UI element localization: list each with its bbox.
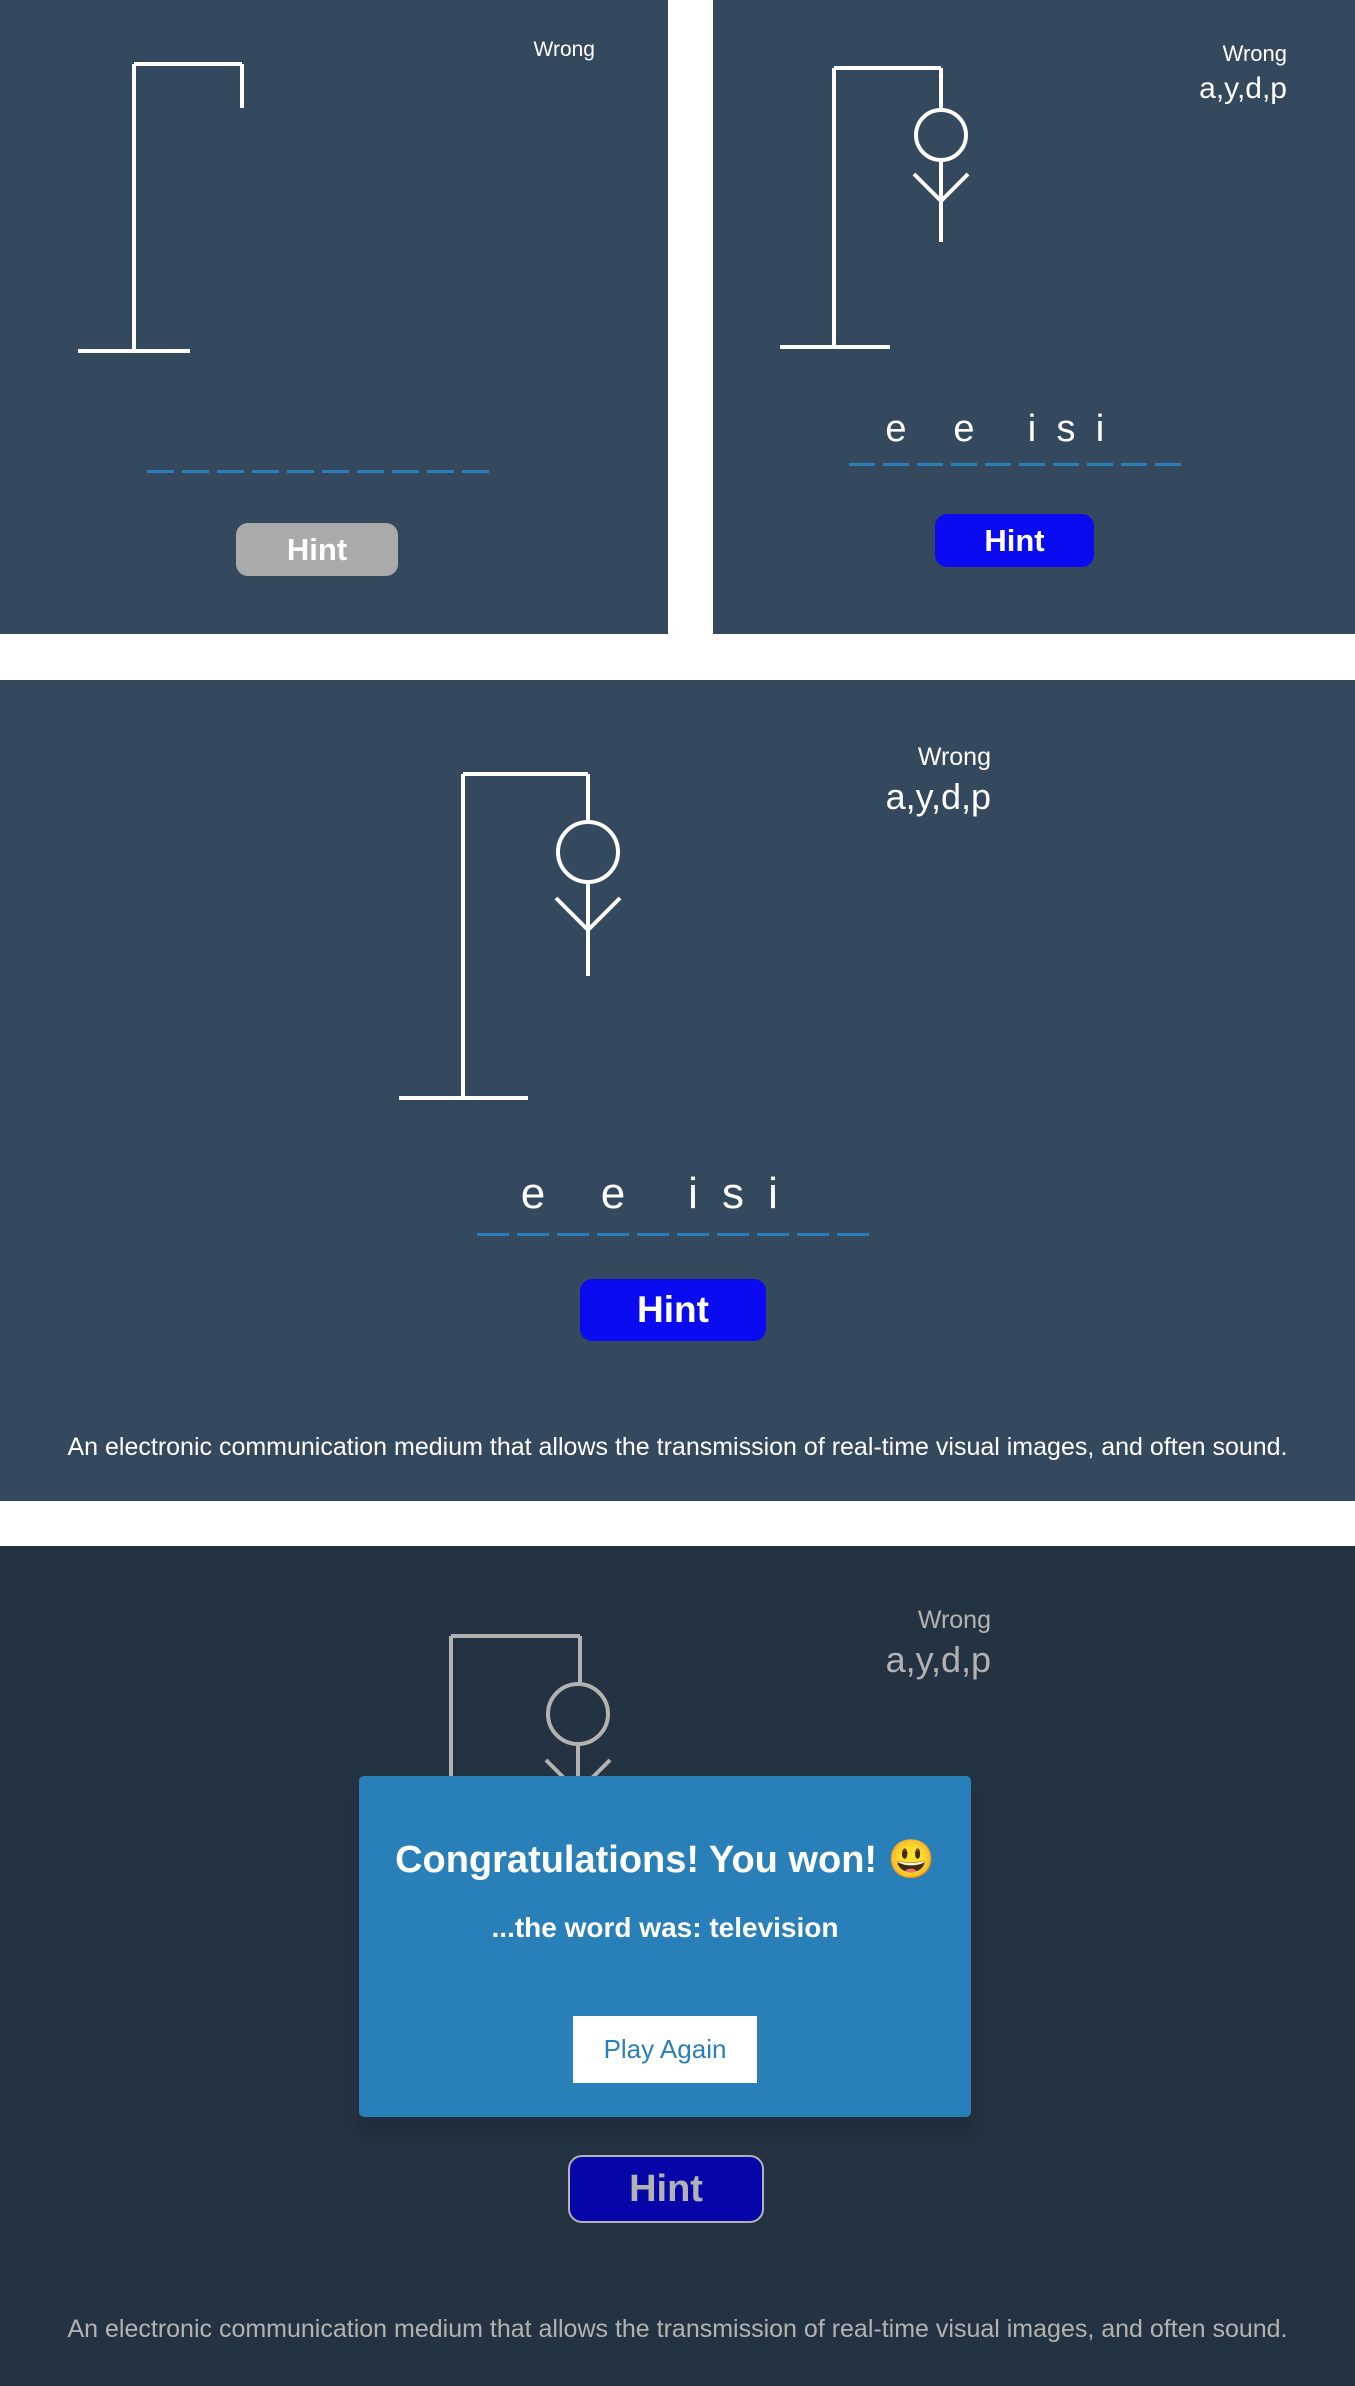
wrong-label: Wrong bbox=[1222, 41, 1287, 66]
hangman-figure bbox=[780, 66, 970, 349]
word-letter bbox=[985, 408, 1011, 466]
word-letter bbox=[462, 440, 489, 473]
word-letter bbox=[252, 440, 279, 473]
hint-button-disabled[interactable]: Hint bbox=[236, 523, 398, 576]
wrong-label: Wrong bbox=[917, 743, 991, 771]
word-letter: e bbox=[951, 408, 977, 466]
game-panel-won: Wrong a,y,d,p Hint An electronic communi… bbox=[0, 1546, 1355, 2386]
word-letter bbox=[837, 1169, 869, 1236]
word-letter bbox=[797, 1169, 829, 1236]
word-letter: i bbox=[1019, 408, 1045, 466]
word-letter bbox=[287, 440, 314, 473]
word-letter bbox=[1155, 408, 1181, 466]
hangman-left-arm bbox=[912, 172, 943, 203]
hint-text: An electronic communication medium that … bbox=[67, 1433, 1288, 1461]
word-letter bbox=[477, 1169, 509, 1236]
hint-button[interactable]: Hint bbox=[935, 514, 1094, 567]
popup-message: ...the word was: television bbox=[491, 1912, 839, 1943]
win-popup: Congratulations! You won! 😃 ...the word … bbox=[359, 1776, 971, 2117]
game-panel-progress: Wrong a,y,d,p e e i s i Hint bbox=[713, 0, 1355, 634]
play-again-button[interactable]: Play Again bbox=[573, 2016, 757, 2083]
word-letter bbox=[217, 440, 244, 473]
hangman-figure bbox=[399, 772, 622, 1100]
word-letter: e bbox=[517, 1169, 549, 1236]
hint-button[interactable]: Hint bbox=[580, 1279, 766, 1341]
word-letter: i bbox=[677, 1169, 709, 1236]
word-letter bbox=[1121, 408, 1147, 466]
word-letter bbox=[147, 440, 174, 473]
game-panel-initial: Wrong Hint bbox=[0, 0, 668, 634]
word-letter: e bbox=[883, 408, 909, 466]
word-letter: s bbox=[1053, 408, 1079, 466]
word-letter bbox=[427, 440, 454, 473]
word-letter bbox=[182, 440, 209, 473]
word-letter bbox=[849, 408, 875, 466]
word-letter bbox=[322, 440, 349, 473]
word-letter bbox=[392, 440, 419, 473]
word-letter bbox=[357, 440, 384, 473]
game-panel-hint: Wrong a,y,d,p e e i s i Hint An electron… bbox=[0, 680, 1355, 1501]
hangman-left-arm bbox=[554, 896, 590, 932]
wrong-label: Wrong bbox=[533, 38, 595, 61]
hangman-figure bbox=[78, 62, 244, 353]
word-letter: i bbox=[757, 1169, 789, 1236]
word-letter: s bbox=[717, 1169, 749, 1236]
word-letter bbox=[557, 1169, 589, 1236]
hangman-head bbox=[914, 108, 968, 162]
word-letter bbox=[917, 408, 943, 466]
hangman-right-arm bbox=[939, 172, 970, 203]
word-display: e e i s i bbox=[473, 1169, 873, 1236]
wrong-letters: a,y,d,p bbox=[885, 776, 991, 817]
word-letter: i bbox=[1087, 408, 1113, 466]
wrong-letters: a,y,d,p bbox=[1199, 72, 1287, 105]
popup-title: Congratulations! You won! 😃 bbox=[395, 1839, 935, 1881]
word-letter: e bbox=[597, 1169, 629, 1236]
word-display: e e i s i bbox=[845, 408, 1185, 466]
hangman-right-arm bbox=[586, 896, 622, 932]
word-display bbox=[143, 440, 493, 473]
word-letter bbox=[637, 1169, 669, 1236]
hangman-head bbox=[556, 820, 620, 884]
